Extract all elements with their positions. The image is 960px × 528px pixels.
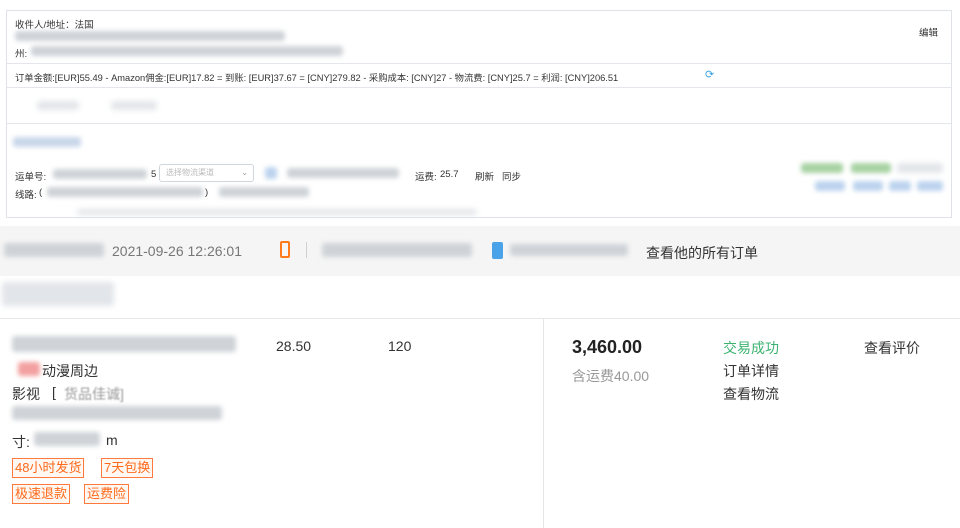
refresh-icon[interactable]: ⟳ [705,68,714,81]
phone-icon[interactable] [280,241,290,258]
order-number-redacted [4,243,104,257]
size-value-redacted [34,432,100,446]
redacted-field [111,101,157,110]
redacted-row [77,209,477,215]
view-logistics-link[interactable]: 查看物流 [723,384,779,404]
item-subtitle: 动漫周边 [42,363,98,379]
purchase-order-card: 2021-09-26 12:26:01 查看他的所有订单 动漫周边 影视 [ 货… [0,226,960,528]
shipping-included: 含运费40.00 [572,368,650,384]
route-open: ( [39,187,43,198]
edit-link[interactable]: 编辑 [919,25,938,39]
shop-icon[interactable] [492,242,503,259]
tracking-label: 运单号: [15,172,47,183]
product-title-redacted[interactable] [12,336,236,352]
redacted-status [851,163,891,173]
shop-name-redacted[interactable] [510,244,628,256]
redacted-status [801,163,843,173]
order-detail-link[interactable]: 订单详情 [723,361,779,381]
redacted-field [37,101,79,110]
order-time: 2021-09-26 12:26:01 [112,243,242,259]
recipient-state-redacted [31,46,343,56]
tag-7day-exchange: 7天包换 [101,458,154,478]
redacted-action[interactable] [889,181,911,191]
tracking-number-redacted [53,169,147,179]
view-all-orders-link[interactable]: 查看他的所有订单 [646,243,758,263]
sync-link[interactable]: 同步 [502,169,521,183]
redacted-action[interactable] [853,181,883,191]
quantity: 120 [388,338,412,354]
order-header-bar: 2021-09-26 12:26:01 查看他的所有订单 [0,226,960,276]
recipient-label: 收件人/地址：法国 [15,20,94,31]
item-spec-tail: 货品佳诚] [64,386,124,402]
redacted-field [287,168,399,178]
redacted-banner [2,282,114,306]
order-summary-card: 收件人/地址：法国 州: 编辑 订单金额:[EUR]55.49 - Amazon… [6,10,952,218]
recipient-address-redacted [15,31,285,41]
shipping-fee-label: 运费: [415,172,437,183]
route-redacted [47,187,203,197]
size-label: 寸: [12,434,30,450]
item-spec-prefix: 影视 [12,386,40,402]
shipping-fee-value: 25.7 [440,169,459,180]
refresh-link[interactable]: 刷新 [475,169,494,183]
carrier-select[interactable]: 选择物流渠道 ⌄ [159,164,254,182]
redacted-field [219,187,309,197]
divider [0,318,960,319]
tracking-number-suffix: 5 [151,169,157,180]
copy-icon[interactable] [265,167,277,179]
size-unit: m [106,432,118,448]
divider [306,242,307,258]
item-spec-redacted [12,406,222,420]
item-spec-mid: [ [52,384,56,400]
state-label: 州: [15,49,28,60]
redacted-action[interactable] [815,181,845,191]
route-label: 线路: [15,190,37,201]
tag-shipping-insurance: 运费险 [84,484,130,504]
redacted-action[interactable] [917,181,943,191]
finance-summary: 订单金额:[EUR]55.49 - Amazon佣金:[EUR]17.82 = … [15,73,619,83]
redacted-status [897,163,943,173]
seller-name-redacted[interactable] [322,243,472,257]
redacted-product-link[interactable] [13,137,81,147]
route-close: ) [205,187,209,198]
carrier-select-placeholder: 选择物流渠道 [166,168,214,177]
tag-fast-refund: 极速退款 [12,484,71,504]
unit-price: 28.50 [276,338,312,354]
chevron-down-icon: ⌄ [241,168,248,177]
column-divider [543,319,544,528]
redacted-mark [18,362,40,376]
view-review-link[interactable]: 查看评价 [864,338,920,358]
trade-status: 交易成功 [723,340,779,356]
order-total: 3,460.00 [572,337,643,357]
tag-48h-shipping: 48小时发货 [12,458,85,478]
